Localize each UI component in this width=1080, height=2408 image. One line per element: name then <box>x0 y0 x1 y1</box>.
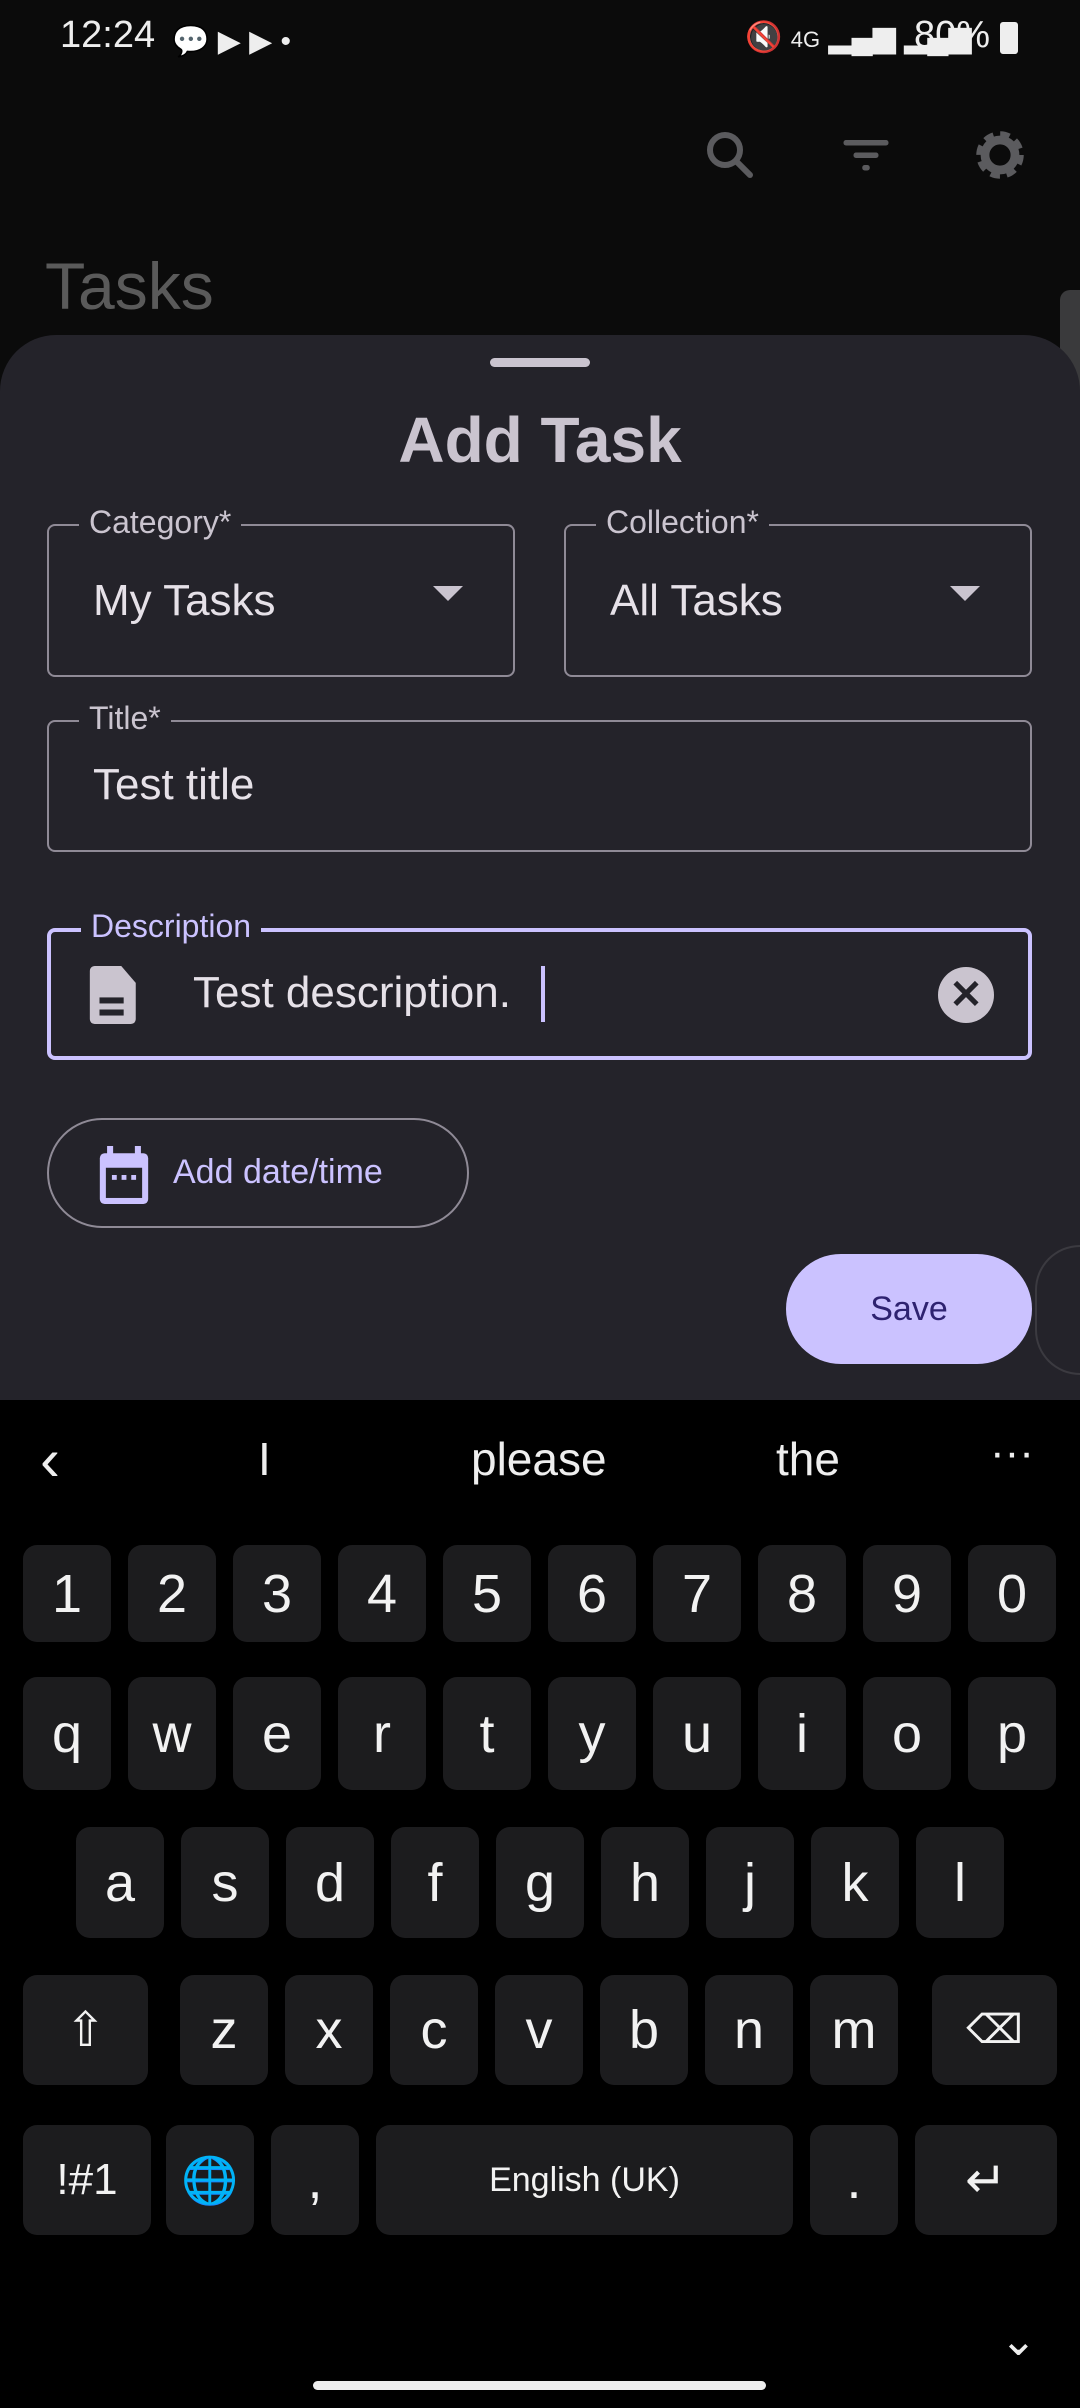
period-key[interactable]: . <box>810 2125 898 2235</box>
key-x[interactable]: x <box>285 1975 373 2085</box>
key-k[interactable]: k <box>811 1827 899 1938</box>
key-f[interactable]: f <box>391 1827 479 1938</box>
backspace-key[interactable]: ⌫ <box>932 1975 1057 2085</box>
key-0[interactable]: 0 <box>968 1545 1056 1642</box>
symbols-key[interactable]: !#1 <box>23 2125 151 2235</box>
page-title: Tasks <box>45 249 214 323</box>
add-date-time-label: Add date/time <box>173 1153 383 1191</box>
collection-dropdown[interactable]: Collection* All Tasks <box>564 504 1032 677</box>
key-t[interactable]: t <box>443 1677 531 1790</box>
collection-label: Collection* <box>596 504 769 541</box>
clear-icon[interactable]: ✕ <box>938 967 994 1023</box>
key-c[interactable]: c <box>390 1975 478 2085</box>
key-r[interactable]: r <box>338 1677 426 1790</box>
save-button[interactable]: Save <box>786 1254 1032 1364</box>
enter-key[interactable]: ↵ <box>915 2125 1057 2235</box>
key-1[interactable]: 1 <box>23 1545 111 1642</box>
key-l[interactable]: l <box>916 1827 1004 1938</box>
dropdown-arrow-icon <box>950 586 980 601</box>
key-j[interactable]: j <box>706 1827 794 1938</box>
key-z[interactable]: z <box>180 1975 268 2085</box>
text-cursor <box>541 966 545 1022</box>
calendar-icon <box>99 1146 149 1204</box>
filter-icon[interactable] <box>836 125 896 185</box>
globe-icon[interactable]: 🌐 <box>166 2125 254 2235</box>
key-m[interactable]: m <box>810 1975 898 2085</box>
dropdown-arrow-icon <box>433 586 463 601</box>
key-w[interactable]: w <box>128 1677 216 1790</box>
drag-handle[interactable] <box>490 358 590 367</box>
sheet-title: Add Task <box>398 404 682 476</box>
key-h[interactable]: h <box>601 1827 689 1938</box>
suggestion-3[interactable]: the <box>776 1432 840 1486</box>
title-value: Test title <box>93 760 255 809</box>
back-chevron-icon[interactable]: ‹ <box>40 1425 60 1494</box>
category-dropdown[interactable]: Category* My Tasks <box>47 504 515 677</box>
key-o[interactable]: o <box>863 1677 951 1790</box>
key-5[interactable]: 5 <box>443 1545 531 1642</box>
add-date-time-button[interactable]: Add date/time <box>47 1118 469 1228</box>
key-b[interactable]: b <box>600 1975 688 2085</box>
category-label: Category* <box>79 504 242 541</box>
hide-keyboard-icon[interactable]: ⌄ <box>1000 2315 1037 2366</box>
suggestion-1[interactable]: I <box>258 1432 271 1486</box>
key-6[interactable]: 6 <box>548 1545 636 1642</box>
key-8[interactable]: 8 <box>758 1545 846 1642</box>
add-task-sheet: Add Task Category* My Tasks Collection* … <box>0 335 1080 1400</box>
search-icon[interactable] <box>700 125 760 185</box>
title-label: Title* <box>79 700 171 737</box>
key-7[interactable]: 7 <box>653 1545 741 1642</box>
key-v[interactable]: v <box>495 1975 583 2085</box>
suggestion-2[interactable]: please <box>471 1432 607 1486</box>
gear-icon[interactable] <box>970 125 1030 185</box>
key-i[interactable]: i <box>758 1677 846 1790</box>
shift-key[interactable]: ⇧ <box>23 1975 148 2085</box>
battery-level: 80% <box>914 14 991 56</box>
notification-icons: 💬 ▶ ▶ • <box>172 25 292 58</box>
space-key[interactable]: English (UK) <box>376 2125 793 2235</box>
key-d[interactable]: d <box>286 1827 374 1938</box>
key-3[interactable]: 3 <box>233 1545 321 1642</box>
network-type: 4G <box>790 27 821 52</box>
status-time: 12:24 <box>60 14 156 56</box>
title-input[interactable]: Title* Test title <box>47 700 1032 852</box>
key-9[interactable]: 9 <box>863 1545 951 1642</box>
description-value: Test description. <box>193 968 511 1017</box>
battery-icon <box>1000 22 1018 54</box>
key-n[interactable]: n <box>705 1975 793 2085</box>
key-g[interactable]: g <box>496 1827 584 1938</box>
fab-partial[interactable] <box>1035 1245 1080 1375</box>
key-e[interactable]: e <box>233 1677 321 1790</box>
key-a[interactable]: a <box>76 1827 164 1938</box>
gesture-bar[interactable] <box>313 2381 766 2390</box>
key-q[interactable]: q <box>23 1677 111 1790</box>
document-icon <box>89 966 136 1024</box>
category-value: My Tasks <box>93 576 276 625</box>
key-u[interactable]: u <box>653 1677 741 1790</box>
collection-value: All Tasks <box>610 576 783 625</box>
key-2[interactable]: 2 <box>128 1545 216 1642</box>
key-p[interactable]: p <box>968 1677 1056 1790</box>
key-y[interactable]: y <box>548 1677 636 1790</box>
description-input[interactable]: Description Test description. ✕ <box>47 908 1032 1060</box>
description-label: Description <box>81 908 262 945</box>
more-icon[interactable]: ··· <box>990 1428 1034 1478</box>
key-s[interactable]: s <box>181 1827 269 1938</box>
key-4[interactable]: 4 <box>338 1545 426 1642</box>
comma-key[interactable]: , <box>271 2125 359 2235</box>
